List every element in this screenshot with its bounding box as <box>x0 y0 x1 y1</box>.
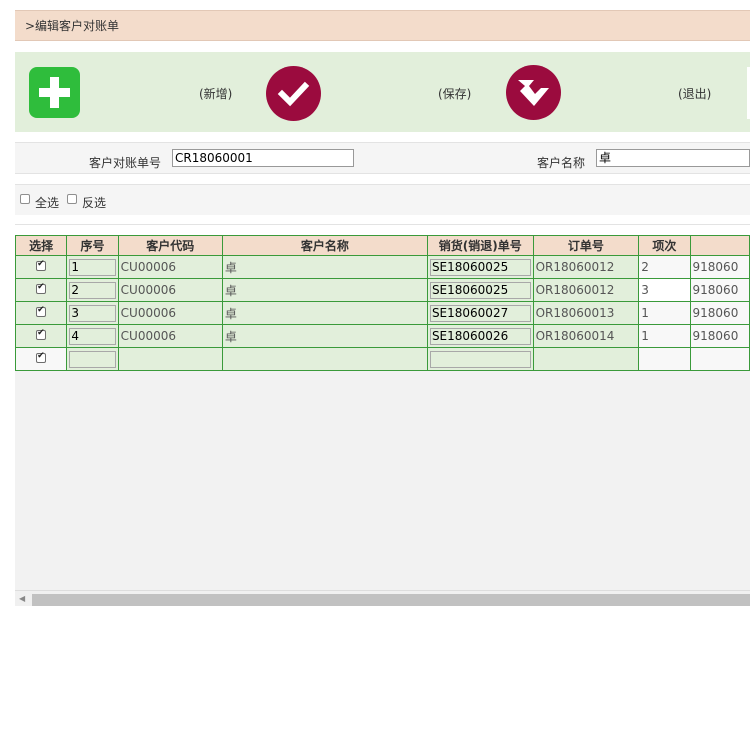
seq-cell <box>66 347 119 371</box>
extra-cell: 918060 <box>689 301 750 325</box>
seq-cell: 2 <box>66 278 119 302</box>
sales-no-cell: SE18060025 <box>426 255 534 279</box>
seq-input[interactable]: 4 <box>69 327 116 345</box>
extra-cell: 918060 <box>689 255 750 279</box>
item-cell: 1 <box>638 301 691 325</box>
header-sales-no: 销货(销退)单号 <box>426 235 534 256</box>
horizontal-scrollbar[interactable]: ◀ <box>15 590 750 606</box>
sales-no-cell: SE18060026 <box>426 324 534 348</box>
row-select-cell <box>15 278 68 302</box>
sales-no-input[interactable]: SE18060025 <box>429 258 531 276</box>
detail-table: 选择 序号 客户代码 客户名称 销货(销退)单号 订单号 项次 1 CU0000… <box>15 235 750 371</box>
customer-name-label: 客户名称 <box>537 156 586 170</box>
sales-no-input[interactable] <box>429 350 531 368</box>
extra-cell: 918060 <box>689 278 750 302</box>
header-customer-name: 客户名称 <box>221 235 428 256</box>
add-label[interactable]: (新增) <box>199 85 232 102</box>
seq-input[interactable] <box>69 350 116 368</box>
check-icon <box>277 81 310 107</box>
grid-area: 选择 序号 客户代码 客户名称 销货(销退)单号 订单号 项次 1 CU0000… <box>15 235 750 606</box>
row-checkbox[interactable] <box>36 282 47 294</box>
table-row: 2 CU00006 卓 SE18060025 OR18060012 3 9180… <box>15 278 750 302</box>
table-row: 3 CU00006 卓 SE18060027 OR18060013 1 9180… <box>15 301 750 325</box>
customer-name-input[interactable]: 卓 <box>596 149 750 167</box>
add-button[interactable] <box>29 67 80 118</box>
item-cell <box>638 347 691 371</box>
sales-no-cell <box>426 347 534 371</box>
customer-code-cell: CU00006 <box>117 278 223 302</box>
header-order-no: 订单号 <box>532 235 640 256</box>
customer-code-cell: CU00006 <box>117 255 223 279</box>
table-row: 4 CU00006 卓 SE18060026 OR18060014 1 9180… <box>15 324 750 348</box>
row-select-cell <box>15 324 68 348</box>
header-extra <box>689 235 750 256</box>
statement-no-label: 客户对账单号 <box>89 156 162 170</box>
seq-cell: 4 <box>66 324 119 348</box>
divider <box>15 224 750 225</box>
exit-label[interactable]: (退出) <box>678 85 711 102</box>
form-row: 客户对账单号 CR18060001 客户名称 卓 <box>15 142 750 174</box>
sales-no-cell: SE18060025 <box>426 278 534 302</box>
extra-cell: 918060 <box>689 324 750 348</box>
scroll-thumb[interactable] <box>32 594 750 606</box>
order-no-cell: OR18060012 <box>532 255 640 279</box>
customer-name-cell: 卓 <box>221 324 428 348</box>
customer-code-cell <box>117 347 223 371</box>
table-row: 1 CU00006 卓 SE18060025 OR18060012 2 9180… <box>15 255 750 279</box>
seq-input[interactable]: 1 <box>69 258 116 276</box>
exit-button[interactable] <box>506 65 561 120</box>
order-no-cell: OR18060012 <box>532 278 640 302</box>
row-select-cell <box>15 301 68 325</box>
invert-label[interactable]: 反选 <box>82 194 106 211</box>
select-all-checkbox[interactable] <box>20 194 30 204</box>
seq-input[interactable]: 3 <box>69 304 116 322</box>
customer-name-cell: 卓 <box>221 255 428 279</box>
sales-no-input[interactable]: SE18060026 <box>429 327 531 345</box>
scroll-left-icon[interactable]: ◀ <box>19 594 25 603</box>
row-select-cell <box>15 255 68 279</box>
return-arrow-icon <box>518 80 549 106</box>
sales-no-cell: SE18060027 <box>426 301 534 325</box>
item-cell: 2 <box>638 255 691 279</box>
customer-code-cell: CU00006 <box>117 301 223 325</box>
item-cell: 1 <box>638 324 691 348</box>
selection-row: 全选 反选 <box>15 184 750 215</box>
row-checkbox[interactable] <box>36 305 47 317</box>
select-all-label[interactable]: 全选 <box>35 194 59 211</box>
save-label[interactable]: (保存) <box>438 85 471 102</box>
customer-name-cell: 卓 <box>221 278 428 302</box>
seq-cell: 1 <box>66 255 119 279</box>
row-checkbox[interactable] <box>36 328 47 340</box>
page-title: >编辑客户对账单 <box>15 10 750 41</box>
customer-name-cell: 卓 <box>221 301 428 325</box>
row-checkbox[interactable] <box>36 259 47 271</box>
header-seq: 序号 <box>66 235 119 256</box>
header-customer-code: 客户代码 <box>117 235 223 256</box>
item-cell: 3 <box>638 278 691 302</box>
customer-code-cell: CU00006 <box>117 324 223 348</box>
customer-name-cell <box>221 347 428 371</box>
table-header-row: 选择 序号 客户代码 客户名称 销货(销退)单号 订单号 项次 <box>15 235 750 256</box>
save-button[interactable] <box>266 66 321 121</box>
order-no-cell: OR18060014 <box>532 324 640 348</box>
row-select-cell <box>15 347 68 371</box>
statement-no-input[interactable]: CR18060001 <box>172 149 354 167</box>
sales-no-input[interactable]: SE18060025 <box>429 281 531 299</box>
invert-checkbox[interactable] <box>67 194 77 204</box>
seq-cell: 3 <box>66 301 119 325</box>
order-no-cell: OR18060013 <box>532 301 640 325</box>
toolbar: (新增) (保存) (退出) <box>15 52 750 132</box>
header-select: 选择 <box>15 235 68 256</box>
extra-cell <box>689 347 750 371</box>
table-row <box>15 347 750 371</box>
seq-input[interactable]: 2 <box>69 281 116 299</box>
header-item: 项次 <box>638 235 691 256</box>
row-checkbox[interactable] <box>36 351 47 363</box>
order-no-cell <box>532 347 640 371</box>
sales-no-input[interactable]: SE18060027 <box>429 304 531 322</box>
